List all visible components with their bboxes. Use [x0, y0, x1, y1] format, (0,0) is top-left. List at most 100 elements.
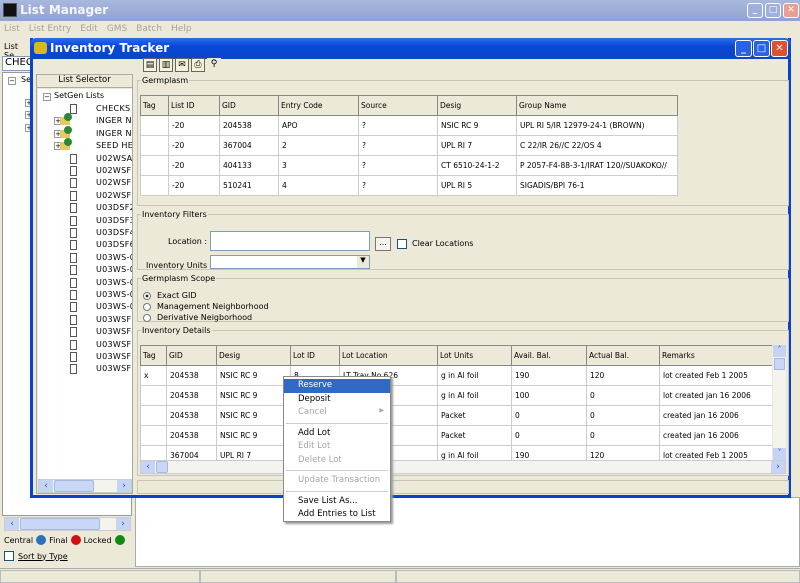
tree-item[interactable]: U02WSF2 [96, 178, 132, 187]
inventory-units-select[interactable]: ▼ [210, 255, 370, 269]
table-row[interactable]: -20 404133 3? CT 6510-24-1-2 P 2057-F4-88-3-… [140, 155, 678, 176]
list-icon [70, 178, 77, 189]
column-header[interactable]: Desig [437, 95, 517, 116]
germplasm-table[interactable]: Tag List ID GID Entry Code Source Desig Group … [140, 95, 678, 196]
column-header[interactable]: Group Name [516, 95, 678, 116]
table-cell: -20 [168, 155, 220, 176]
column-header[interactable]: Entry Code [278, 95, 359, 116]
tree-item[interactable]: U03WSF5. [96, 340, 132, 349]
left-hscrollbar[interactable]: ‹ › [4, 517, 131, 531]
table-row[interactable]: -20 204538 APO? NSIC RC 9 UPL RI 5/IR 12979-… [140, 115, 678, 136]
tree-item[interactable]: U03WSF3 [96, 315, 132, 324]
table-cell: 204538 [166, 365, 217, 386]
new-list-icon[interactable]: ▤ [143, 58, 157, 72]
tree-item[interactable]: U03WS-06 [96, 265, 132, 274]
table-row[interactable]: -20 367004 2? UPL RI 7C 22/IR 26//C 22/OS 4 [140, 135, 678, 156]
list-selector-tree[interactable]: −SetGen ListsCHECKS+INGER NC+INGER NU+SE… [38, 89, 132, 479]
table-row[interactable]: 204538NSIC RC 995Packet00created jan 16 … [140, 425, 772, 446]
table-cell: 2 [278, 135, 359, 156]
scope-option-label: Management Neighborhood [157, 302, 269, 311]
close-button[interactable]: ✕ [783, 3, 799, 18]
column-header[interactable]: Desig [216, 345, 291, 366]
inventory-details-table[interactable]: Tag GID Desig Lot ID Lot Location Lot Units Av… [140, 345, 772, 460]
tracker-status-bar [137, 480, 789, 494]
tracker-close-button[interactable]: ✕ [771, 40, 788, 57]
list-combo[interactable]: CHEC [2, 56, 32, 71]
menu-item-save-list-as[interactable]: Save List As... [284, 495, 390, 509]
tracker-maximize-button[interactable]: □ [753, 40, 770, 57]
table-row[interactable]: -20 510241 4? UPL RI 5 SIGADIS/BPI 76-1 [140, 175, 678, 196]
tree-item[interactable]: INGER NC [96, 116, 132, 125]
tree-item[interactable]: U03WS-09 [96, 302, 132, 311]
collapse-icon[interactable]: − [43, 93, 51, 101]
column-header[interactable]: Lot Location [339, 345, 438, 366]
table-row[interactable]: 367004UPL RI 726g in Al foil190120lot cr… [140, 445, 772, 460]
menu-item-add-lot[interactable]: Add Lot [284, 427, 390, 441]
tree-item[interactable]: U03DSF4 [96, 228, 132, 237]
menu-batch[interactable]: Batch [136, 24, 162, 34]
print-icon[interactable]: ⎙ [191, 58, 205, 72]
location-label: Location : [168, 237, 208, 246]
sort-by-type-checkbox[interactable]: Sort by Type [4, 551, 68, 561]
table-row[interactable]: 204538NSIC RC 999Packet00created jan 16 … [140, 405, 772, 426]
find-icon[interactable]: ⚲ [207, 58, 221, 72]
radio-exact-gid[interactable] [143, 292, 151, 300]
column-header[interactable]: List ID [168, 95, 220, 116]
column-header[interactable]: GID [219, 95, 279, 116]
tree-item[interactable]: CHECKS [96, 104, 130, 113]
minimize-button[interactable]: _ [747, 3, 763, 18]
column-header[interactable]: Actual Bal. [586, 345, 660, 366]
details-hscrollbar[interactable]: ‹ › [140, 460, 786, 474]
tree-item[interactable]: U03DSF6 [96, 240, 132, 249]
menu-item-add-entries-to-list[interactable]: Add Entries to List [284, 508, 390, 522]
menu-list[interactable]: List [4, 24, 20, 34]
list-selector-hscrollbar[interactable]: ‹ › [38, 479, 132, 493]
menu-gms[interactable]: GMS [107, 24, 127, 34]
checkbox-icon[interactable] [4, 551, 14, 561]
tree-item[interactable]: U03DSF2 [96, 203, 132, 212]
tracker-title-bar[interactable]: Inventory Tracker _ □ ✕ [30, 38, 791, 59]
table-row[interactable]: x204538NSIC RC 98LT,Tray No 626g in Al f… [140, 365, 772, 386]
tree-item[interactable]: U03DSF3 [96, 216, 132, 225]
menu-item-deposit[interactable]: Deposit [284, 393, 390, 407]
chevron-down-icon[interactable]: ▼ [357, 256, 369, 268]
tree-item[interactable]: U03WSF4 [96, 327, 132, 336]
tree-item[interactable]: INGER NU [96, 129, 132, 138]
location-input[interactable] [210, 231, 370, 251]
column-header[interactable]: Tag [140, 345, 167, 366]
column-header[interactable]: GID [166, 345, 217, 366]
tree-item[interactable]: U03WS-05 [96, 253, 132, 262]
column-header[interactable]: Lot ID [290, 345, 340, 366]
menu-help[interactable]: Help [171, 24, 192, 34]
list-selector-tab[interactable]: List Se [2, 40, 32, 60]
tracker-minimize-button[interactable]: _ [735, 40, 752, 57]
copy-icon[interactable]: ▥ [159, 58, 173, 72]
menu-list-entry[interactable]: List Entry [29, 24, 72, 34]
tree-item[interactable]: U03WSF5 [96, 352, 132, 361]
tree-item[interactable]: U02WSF1 [96, 166, 132, 175]
table-row[interactable]: 204538NSIC RC 9184g in Al foil1000lot cr… [140, 385, 772, 406]
column-header[interactable]: Tag [140, 95, 169, 116]
menu-edit[interactable]: Edit [80, 24, 97, 34]
menu-item-reserve[interactable]: Reserve [284, 379, 390, 393]
details-vscrollbar[interactable]: ˄ ˅ [773, 345, 786, 460]
tree-item[interactable]: U02WSAY [96, 154, 132, 163]
tree-item[interactable]: U02WSF3 [96, 191, 132, 200]
tree-item[interactable]: U03WSF7 [96, 364, 132, 373]
column-header[interactable]: Avail. Bal. [511, 345, 587, 366]
column-header[interactable]: Lot Units [437, 345, 512, 366]
column-header[interactable]: Remarks [659, 345, 772, 366]
tree-item[interactable]: U03WS-07 [96, 278, 132, 287]
tree-item[interactable]: U03WS-08 [96, 290, 132, 299]
browse-location-button[interactable]: ... [375, 237, 391, 251]
open-icon[interactable]: ✉ [175, 58, 189, 72]
tree-item[interactable]: SEED HEA [96, 141, 132, 150]
menu-item-update-transaction: Update Transaction [298, 475, 381, 485]
clear-locations-checkbox[interactable] [397, 239, 407, 249]
radio-derivative-neighborhood[interactable] [143, 314, 151, 322]
radio-management-neighborhood[interactable] [143, 303, 151, 311]
table-cell: 3 [278, 155, 359, 176]
collapse-icon[interactable]: − [8, 77, 16, 85]
column-header[interactable]: Source [358, 95, 438, 116]
maximize-button[interactable]: □ [765, 3, 781, 18]
